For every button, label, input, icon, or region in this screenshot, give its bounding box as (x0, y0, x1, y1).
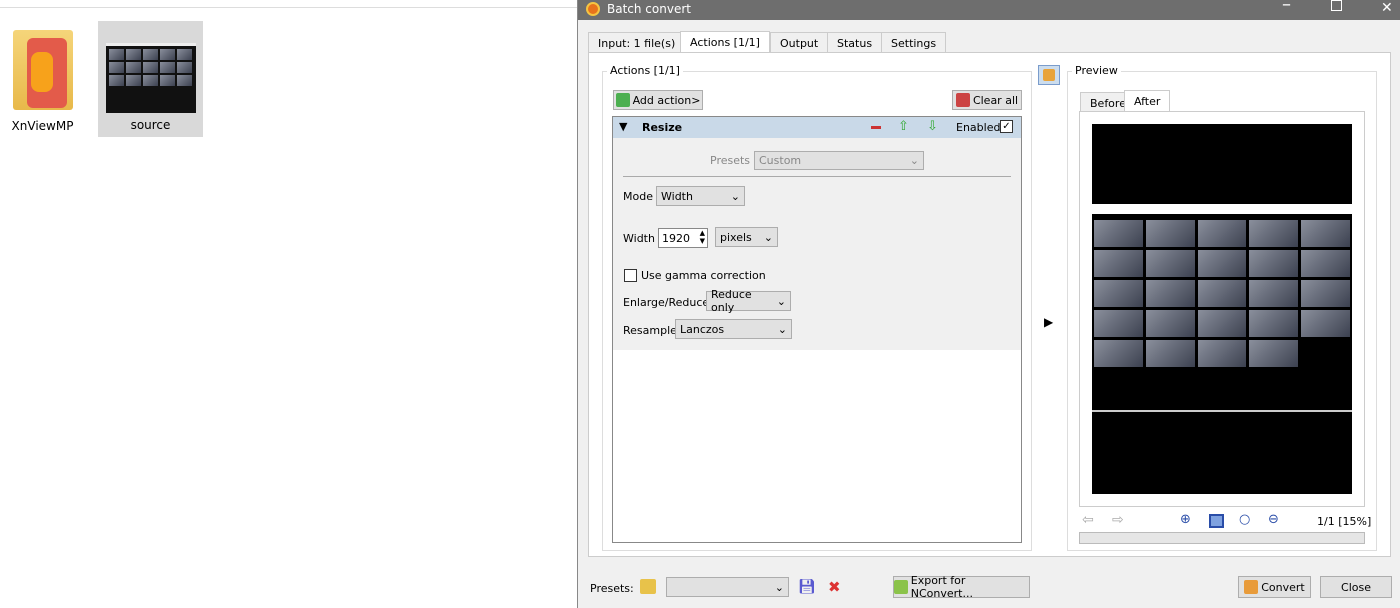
contact-sheet-footer (1092, 410, 1352, 412)
resample-label: Resample (623, 324, 677, 337)
actual-size-icon[interactable]: ○ (1239, 512, 1250, 527)
app-icon (586, 2, 600, 16)
preview-group-label: Preview (1072, 64, 1121, 77)
export-label: Export for NConvert... (910, 574, 973, 600)
resize-settings: Presets Custom ⌄ Mode Width ⌄ Width 1920 ▲ ▼… (613, 138, 1021, 350)
desktop-top-border (0, 7, 577, 8)
batch-convert-window: Batch convert – ✕ Input: 1 file(s) Actio… (577, 0, 1400, 608)
mode-value: Width (661, 189, 693, 203)
enabled-label: Enabled (956, 121, 1001, 134)
desktop-icon-xnviewmp[interactable]: XnViewMP (5, 30, 80, 133)
move-up-icon[interactable]: ⇧ (898, 119, 909, 134)
save-preset-icon[interactable]: 💾︎ (798, 579, 816, 595)
footer-presets-label: Presets: (590, 582, 634, 595)
desktop-icon-source[interactable]: source (98, 21, 203, 137)
move-down-icon[interactable]: ⇩ (927, 119, 938, 134)
preview-canvas (1079, 111, 1365, 507)
remove-action-icon[interactable] (871, 126, 881, 129)
preview-image-icon (1043, 69, 1055, 81)
icon-label: source (130, 118, 171, 132)
action-list: ▼ Resize ⇧ ⇩ Enabled ✓ Presets Custom ⌄ M… (612, 116, 1022, 543)
tab-settings[interactable]: Settings (881, 32, 947, 52)
tab-status[interactable]: Status (827, 32, 883, 52)
divider (623, 176, 1011, 177)
chevron-down-icon: ⌄ (776, 294, 786, 308)
next-arrow-icon[interactable]: ⇨ (1112, 512, 1124, 528)
fit-to-window-icon[interactable] (1209, 514, 1224, 528)
contact-sheet-thumbnails (1094, 220, 1350, 367)
arrow-right-icon: ▶ (1044, 315, 1054, 329)
close-button[interactable]: Close (1320, 576, 1392, 598)
gamma-label: Use gamma correction (641, 269, 766, 282)
add-icon (615, 93, 630, 107)
width-value: 1920 (662, 232, 690, 245)
chevron-down-icon: ⌄ (777, 322, 787, 336)
presets-value: Custom (759, 154, 802, 167)
tab-actions[interactable]: Actions [1/1] (680, 31, 770, 53)
window-title: Batch convert (607, 2, 691, 16)
enabled-checkbox[interactable]: ✓ (1000, 120, 1013, 133)
xnview-folder-icon (12, 30, 73, 110)
clear-all-label: Clear all (972, 93, 1019, 107)
open-preset-folder-icon[interactable] (640, 579, 656, 594)
minimize-button[interactable]: – (1282, 0, 1291, 15)
chevron-down-icon: ⌄ (909, 154, 919, 167)
export-nconvert-button[interactable]: Export for NConvert... (893, 574, 1030, 600)
actions-group-label: Actions [1/1] (607, 64, 683, 77)
enlarge-reduce-label: Enlarge/Reduce (623, 296, 710, 309)
actions-group: Actions [1/1] Add action> Clear all ▼ Re… (602, 64, 1032, 551)
preview-image (1092, 124, 1352, 494)
progress-bar (1079, 532, 1365, 544)
contact-sheet-header (1092, 204, 1352, 214)
add-action-button[interactable]: Add action> (613, 90, 703, 110)
resample-value: Lanczos (680, 322, 725, 336)
enlarge-reduce-value: Reduce only (711, 288, 752, 314)
tab-output[interactable]: Output (770, 32, 829, 52)
mode-label: Mode (623, 190, 653, 203)
delete-preset-icon[interactable]: ✖ (828, 578, 841, 596)
resize-title: Resize (642, 121, 683, 134)
enlarge-reduce-select[interactable]: Reduce only ⌄ (706, 288, 791, 314)
unit-select[interactable]: pixels ⌄ (715, 227, 778, 247)
spin-arrows-icon[interactable]: ▲ ▼ (700, 229, 705, 245)
convert-button[interactable]: Convert (1238, 576, 1311, 598)
width-spinbox[interactable]: 1920 ▲ ▼ (658, 228, 708, 248)
chevron-down-icon: ⌄ (763, 230, 773, 244)
page-info: 1/1 [15%] (1317, 515, 1372, 528)
convert-label: Convert (1261, 580, 1305, 594)
clear-all-button[interactable]: Clear all (952, 90, 1022, 110)
footer-presets-select[interactable]: ⌄ (666, 577, 789, 597)
zoom-out-icon[interactable]: ⊖ (1268, 512, 1279, 527)
close-window-button[interactable]: ✕ (1381, 0, 1393, 16)
width-label: Width (623, 232, 655, 245)
toggle-preview-button[interactable] (1038, 65, 1060, 85)
tab-input[interactable]: Input: 1 file(s) (588, 32, 686, 52)
preview-group: Preview Before After ⇦ ⇨ ⊕ ○ ⊖ 1/1 [15%] (1067, 64, 1377, 551)
maximize-button[interactable] (1331, 0, 1342, 11)
collapse-triangle-icon[interactable]: ▼ (619, 120, 627, 133)
clear-icon (955, 93, 970, 107)
chevron-down-icon: ⌄ (774, 580, 784, 594)
tab-after[interactable]: After (1124, 90, 1171, 112)
zoom-in-icon[interactable]: ⊕ (1180, 512, 1191, 527)
unit-value: pixels (720, 230, 752, 244)
resample-select[interactable]: Lanczos ⌄ (675, 319, 792, 339)
convert-icon (1244, 580, 1259, 594)
presets-select[interactable]: Custom ⌄ (754, 151, 924, 170)
image-thumbnail (105, 43, 196, 113)
actions-tab-panel: Actions [1/1] Add action> Clear all ▼ Re… (588, 52, 1391, 557)
mode-select[interactable]: Width ⌄ (656, 186, 745, 206)
resize-action-header[interactable]: ▼ Resize ⇧ ⇩ Enabled ✓ (613, 117, 1021, 138)
export-icon (894, 580, 908, 594)
previous-arrow-icon[interactable]: ⇦ (1082, 512, 1094, 528)
presets-label: Presets (710, 154, 751, 167)
gamma-checkbox[interactable] (624, 269, 637, 282)
title-bar: Batch convert – ✕ (578, 0, 1400, 20)
chevron-down-icon: ⌄ (730, 189, 740, 203)
icon-label: XnViewMP (11, 119, 74, 133)
add-action-label: Add action> (632, 93, 701, 107)
